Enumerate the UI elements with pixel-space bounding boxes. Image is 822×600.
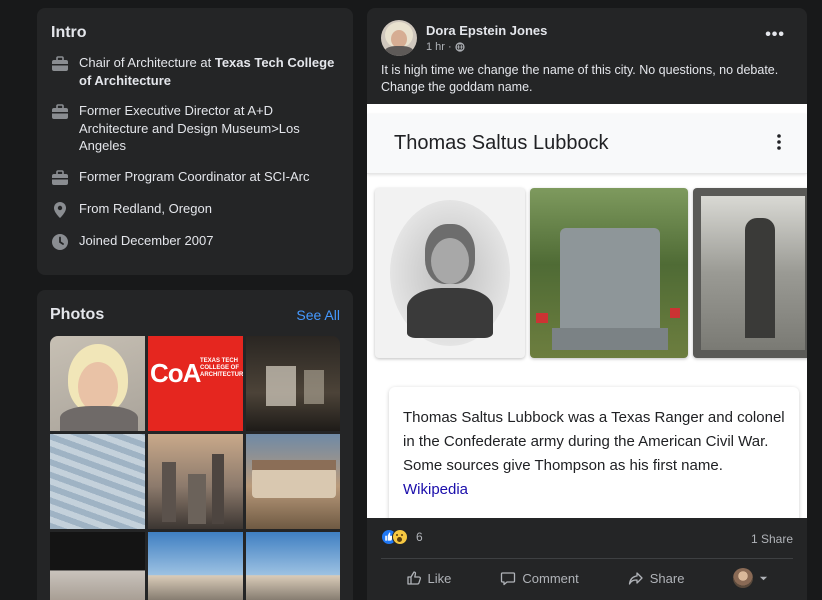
coa-logo-text: CoA bbox=[150, 358, 201, 388]
share-arrow-icon bbox=[628, 572, 643, 585]
photo-thumbnail-pavilion[interactable] bbox=[246, 434, 340, 529]
photo-thumbnail-event-3[interactable] bbox=[246, 532, 340, 600]
briefcase-icon bbox=[52, 104, 68, 119]
post-card: Dora Epstein Jones 1 hr · ••• It is high… bbox=[367, 8, 807, 600]
globe-icon bbox=[455, 42, 465, 52]
author-avatar[interactable] bbox=[381, 20, 417, 56]
shared-knowledge-panel[interactable]: Thomas Saltus Lubbock Thomas Saltus Lubb… bbox=[367, 104, 807, 518]
reaction-summary[interactable]: 6 bbox=[381, 529, 423, 545]
intro-item-work-2: Former Executive Director at A+D Archite… bbox=[51, 102, 339, 155]
post-options-button[interactable]: ••• bbox=[765, 26, 785, 44]
actions-divider bbox=[381, 558, 793, 559]
kebab-menu-icon bbox=[777, 134, 781, 150]
photo-thumbnail-event-1[interactable] bbox=[50, 532, 145, 600]
post-header: Dora Epstein Jones 1 hr · bbox=[381, 20, 547, 56]
intro-item-text: Former Executive Director at A+D Archite… bbox=[79, 103, 300, 153]
knowledge-panel-images bbox=[375, 188, 807, 358]
like-label: Like bbox=[427, 570, 452, 586]
share-button[interactable]: Share bbox=[618, 566, 695, 590]
reaction-count: 6 bbox=[416, 530, 423, 544]
gravestone-image[interactable] bbox=[530, 188, 688, 358]
photo-thumbnail-skyline[interactable] bbox=[148, 434, 243, 529]
post-time[interactable]: 1 hr bbox=[426, 41, 445, 53]
photo-thumbnail-portrait[interactable] bbox=[50, 336, 145, 431]
photo-thumbnail-gallery[interactable] bbox=[246, 336, 340, 431]
intro-title: Intro bbox=[51, 24, 87, 41]
knowledge-panel-title: Thomas Saltus Lubbock bbox=[394, 132, 609, 154]
thumbs-up-icon bbox=[406, 571, 421, 585]
photos-card: Photos See All CoA TEXAS TECH COLLEGE OF… bbox=[37, 290, 353, 600]
photo-thumbnail-event-2[interactable] bbox=[148, 532, 243, 600]
intro-item-joined: Joined December 2007 bbox=[51, 232, 339, 251]
author-name[interactable]: Dora Epstein Jones bbox=[426, 23, 547, 38]
photo-grid: CoA TEXAS TECH COLLEGE OF ARCHITECTURE bbox=[50, 336, 340, 600]
photo-thumbnail-coa-logo[interactable]: CoA TEXAS TECH COLLEGE OF ARCHITECTURE bbox=[148, 336, 243, 431]
historic-photo-image[interactable] bbox=[693, 188, 807, 358]
coa-caption: TEXAS TECH COLLEGE OF ARCHITECTURE bbox=[200, 358, 243, 378]
briefcase-icon bbox=[52, 56, 68, 71]
intro-item-text: Former Program Coordinator at SCI-Arc bbox=[79, 168, 310, 184]
intro-item-text: Chair of Architecture at Texas Tech Coll… bbox=[79, 55, 335, 88]
intro-card: Intro Chair of Architecture at Texas Tec… bbox=[37, 8, 353, 275]
profile-avatar-small bbox=[733, 568, 754, 588]
portrait-image[interactable] bbox=[375, 188, 525, 358]
intro-item-text: From Redland, Oregon bbox=[79, 200, 212, 216]
audience-selector-button[interactable] bbox=[723, 564, 778, 592]
photo-thumbnail-map[interactable] bbox=[50, 434, 145, 529]
share-label: Share bbox=[649, 570, 685, 586]
comment-icon bbox=[501, 572, 516, 586]
clock-icon bbox=[52, 233, 68, 250]
like-button[interactable]: Like bbox=[396, 566, 462, 590]
photos-title: Photos bbox=[50, 306, 105, 323]
location-pin-icon bbox=[54, 201, 66, 218]
post-meta: 1 hr · bbox=[426, 41, 547, 53]
intro-item-work-3: Former Program Coordinator at SCI-Arc bbox=[51, 168, 339, 187]
description-text: Thomas Saltus Lubbock was a Texas Ranger… bbox=[403, 409, 785, 474]
comment-button[interactable]: Comment bbox=[490, 566, 588, 590]
intro-item-text: Joined December 2007 bbox=[79, 232, 214, 248]
see-all-photos-link[interactable]: See All bbox=[296, 307, 340, 323]
comment-label: Comment bbox=[522, 570, 579, 586]
knowledge-panel-header: Thomas Saltus Lubbock bbox=[367, 114, 807, 174]
briefcase-icon bbox=[52, 169, 68, 185]
intro-item-hometown: From Redland, Oregon bbox=[51, 200, 339, 219]
wikipedia-link[interactable]: Wikipedia bbox=[403, 481, 468, 498]
knowledge-panel-description: Thomas Saltus Lubbock was a Texas Ranger… bbox=[389, 387, 799, 518]
chevron-down-icon bbox=[760, 576, 768, 580]
wow-reaction-icon bbox=[392, 529, 408, 545]
post-actions: Like Comment Share bbox=[381, 564, 793, 592]
intro-item-work-1: Chair of Architecture at Texas Tech Coll… bbox=[51, 54, 339, 89]
post-text: It is high time we change the name of th… bbox=[381, 63, 779, 94]
share-count[interactable]: 1 Share bbox=[751, 532, 793, 546]
